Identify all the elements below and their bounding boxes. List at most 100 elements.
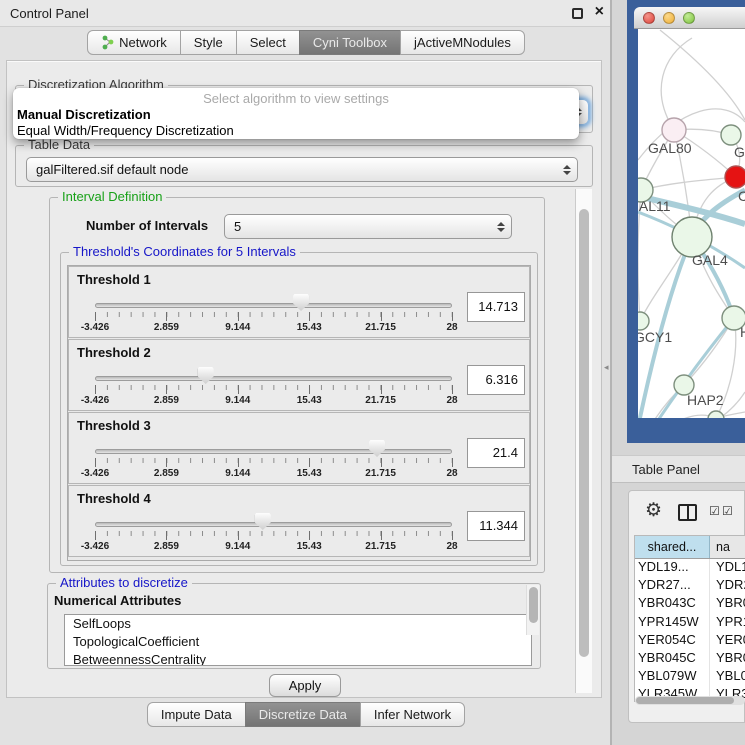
dropdown-prompt[interactable]: Select algorithm to view settings <box>13 91 579 106</box>
slider-major-tick <box>166 531 167 540</box>
attribute-list-item[interactable]: SelfLoops <box>65 615 531 633</box>
slider-major-tick <box>452 312 453 321</box>
cell-shared-name[interactable]: YDL19... <box>635 559 710 577</box>
number-of-intervals-value: 5 <box>234 219 241 234</box>
slider-scale: -3.4262.8599.14415.4321.71528 <box>69 486 529 556</box>
attribute-list-item[interactable]: TopologicalCoefficient <box>65 633 531 651</box>
apply-button[interactable]: Apply <box>269 674 341 697</box>
threshold-value-field[interactable]: 21.4 <box>467 438 525 468</box>
table-horizontal-scrollbar[interactable] <box>635 696 745 705</box>
tab-network[interactable]: Network <box>87 30 181 55</box>
float-window-icon[interactable] <box>572 8 583 19</box>
svg-text:HAP2: HAP2 <box>687 392 724 408</box>
column-header-name[interactable]: na <box>710 536 745 558</box>
slider-scale-label: 2.859 <box>154 395 179 406</box>
tab-cyni-toolbox[interactable]: Cyni Toolbox <box>299 30 401 55</box>
zoom-traffic-light-icon[interactable] <box>683 12 695 24</box>
slider-scale-label: 9.144 <box>225 322 250 333</box>
tab-impute-data[interactable]: Impute Data <box>147 702 246 727</box>
column-header-shared[interactable]: shared... <box>635 536 710 558</box>
tab-jactivemnodules[interactable]: jActiveMNodules <box>400 30 525 55</box>
cell-shared-name[interactable]: YER054C <box>635 632 710 650</box>
slider-major-tick <box>309 312 310 321</box>
slider-scale-label: 9.144 <box>225 541 250 552</box>
network-canvas[interactable]: GAL80 G. C GAL11 GAL4 GCY1 H HAP2 <box>638 29 745 418</box>
svg-text:G.: G. <box>734 144 745 160</box>
slider-scale-label: 28 <box>446 322 457 333</box>
threshold-value-field[interactable]: 14.713 <box>467 292 525 322</box>
table-data-selected: galFiltered.sif default node <box>36 162 188 177</box>
splitter-collapse-icon[interactable]: ◂ <box>604 362 609 373</box>
combo-arrows-icon <box>497 215 505 238</box>
checkbox-icon[interactable]: ☑ <box>722 504 733 518</box>
node-table: shared... na YDL19... YDL1 YDR27... YDR2 <box>634 535 745 702</box>
cell-shared-name[interactable]: YPR145W <box>635 614 710 632</box>
dropdown-option-manual[interactable]: Manual Discretization <box>17 107 151 122</box>
slider-major-tick <box>381 458 382 467</box>
slider-major-tick <box>452 531 453 540</box>
threshold-value-field[interactable]: 11.344 <box>467 511 525 541</box>
cell-shared-name[interactable]: YBL079W <box>635 668 710 686</box>
table-scrollbar-thumb[interactable] <box>636 697 734 704</box>
table-row[interactable]: YBR043C YBR0 <box>635 595 745 613</box>
cell-name[interactable]: YDL1 <box>710 559 745 577</box>
cell-name[interactable]: YBR0 <box>710 650 745 668</box>
node-gal4[interactable] <box>672 217 712 257</box>
tab-style[interactable]: Style <box>180 30 237 55</box>
columns-icon[interactable] <box>678 504 697 521</box>
gear-icon[interactable]: ⚙ <box>645 499 662 522</box>
slider-major-tick <box>238 312 239 321</box>
minimize-traffic-light-icon[interactable] <box>663 12 675 24</box>
panel-scrollbar[interactable] <box>575 189 592 693</box>
slider-major-tick <box>95 385 96 394</box>
node-gal80[interactable] <box>662 118 686 142</box>
cell-name[interactable]: YPR1 <box>710 614 745 632</box>
table-row[interactable]: YPR145W YPR1 <box>635 614 745 632</box>
table-row[interactable]: YBL079W YBL0 <box>635 668 745 686</box>
slider-scale-label: 15.43 <box>297 395 322 406</box>
cell-name[interactable]: YBL0 <box>710 668 745 686</box>
threshold-row: Threshold 4 -3.4262.8599.14415.4321.7152… <box>68 485 530 557</box>
dropdown-option-equal-width[interactable]: Equal Width/Frequency Discretization <box>17 123 234 138</box>
node-selected-red[interactable] <box>725 166 745 188</box>
node-g[interactable] <box>721 125 741 145</box>
cell-shared-name[interactable]: YDR27... <box>635 577 710 595</box>
thresholds-scroll-area: Threshold 1 -3.4262.8599.14415.4321.7152… <box>67 265 531 561</box>
slider-scale-label: -3.426 <box>81 322 109 333</box>
cell-shared-name[interactable]: YBR043C <box>635 595 710 613</box>
cell-shared-name[interactable]: YBR045C <box>635 650 710 668</box>
tab-select[interactable]: Select <box>236 30 300 55</box>
attribute-list-item[interactable]: BetweennessCentrality <box>65 651 531 666</box>
network-window-titlebar[interactable] <box>634 7 745 29</box>
panel-title: Control Panel <box>10 6 89 21</box>
group-title: Threshold's Coordinates for 5 Intervals <box>69 244 300 259</box>
list-scrollbar[interactable] <box>526 585 539 635</box>
slider-scale-label: 2.859 <box>154 541 179 552</box>
cell-name[interactable]: YBR0 <box>710 595 745 613</box>
tab-infer-network[interactable]: Infer Network <box>360 702 465 727</box>
panel-scrollbar-thumb[interactable] <box>579 209 589 657</box>
table-row[interactable]: YDR27... YDR2 <box>635 577 745 595</box>
close-traffic-light-icon[interactable] <box>643 12 655 24</box>
close-icon[interactable]: × <box>595 3 604 21</box>
checkbox-icon[interactable]: ☑ <box>709 504 720 518</box>
table-row[interactable]: YER054C YER0 <box>635 632 745 650</box>
slider-major-tick <box>238 385 239 394</box>
node-gcy1[interactable] <box>638 312 649 330</box>
cell-name[interactable]: YER0 <box>710 632 745 650</box>
cell-name[interactable]: YDR2 <box>710 577 745 595</box>
table-row[interactable]: YBR045C YBR0 <box>635 650 745 668</box>
table-row[interactable]: YDL19... YDL1 <box>635 559 745 577</box>
slider-scale-label: -3.426 <box>81 541 109 552</box>
tab-network-label: Network <box>119 35 167 50</box>
numerical-attributes-label: Numerical Attributes <box>54 593 181 608</box>
list-scrollbar-thumb[interactable] <box>529 587 538 623</box>
node-bottom[interactable] <box>708 411 724 418</box>
threshold-value-field[interactable]: 6.316 <box>467 365 525 395</box>
table-data-combobox[interactable]: galFiltered.sif default node <box>26 157 578 182</box>
number-of-intervals-combobox[interactable]: 5 <box>224 214 512 239</box>
slider-major-tick <box>95 458 96 467</box>
tab-discretize-data[interactable]: Discretize Data <box>245 702 361 727</box>
threshold-row: Threshold 1 -3.4262.8599.14415.4321.7152… <box>68 266 530 338</box>
control-panel-titlebar: Control Panel × <box>0 0 610 27</box>
